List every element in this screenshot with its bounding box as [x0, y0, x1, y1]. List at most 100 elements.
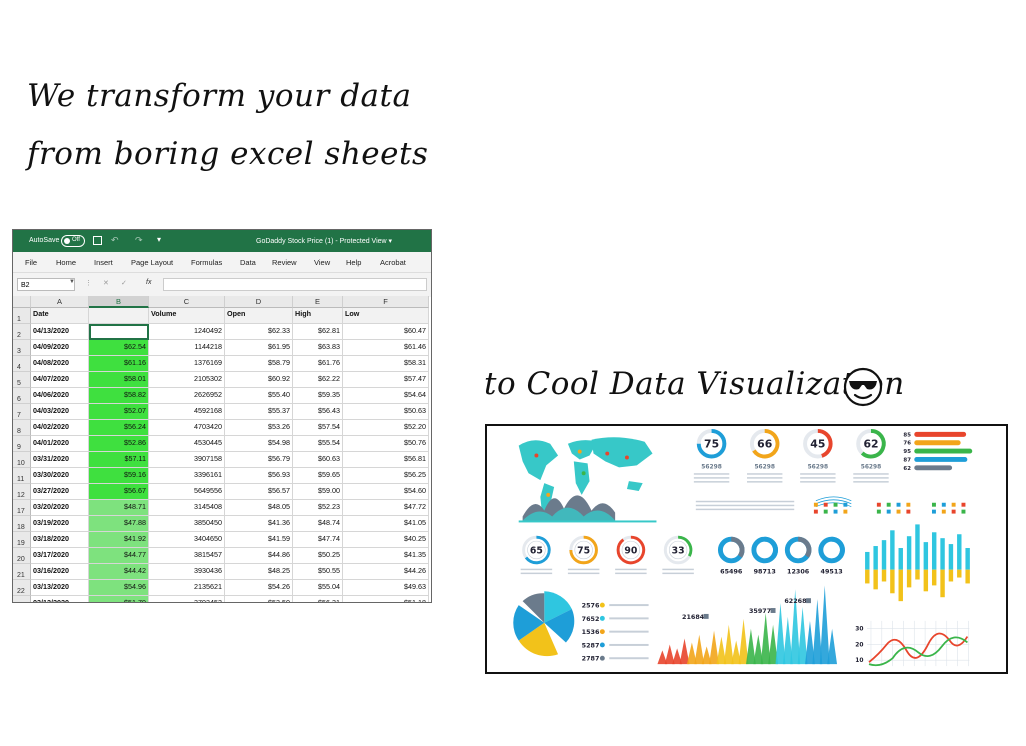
table-cell[interactable]: $58.82 — [89, 388, 149, 404]
table-cell[interactable]: 1144218 — [149, 340, 225, 356]
table-cell[interactable]: 03/31/2020 — [31, 452, 89, 468]
table-cell[interactable]: 2135621 — [149, 580, 225, 596]
table-cell[interactable]: $54.60 — [343, 484, 429, 500]
name-box[interactable]: B2 — [17, 278, 75, 291]
table-cell[interactable]: $44.42 — [89, 564, 149, 580]
table-cell[interactable]: $56.25 — [343, 468, 429, 484]
row-header[interactable]: 4 — [13, 356, 31, 372]
row-header[interactable]: 8 — [13, 420, 31, 436]
table-cell[interactable]: $62.54 — [89, 340, 149, 356]
row-header[interactable]: 6 — [13, 388, 31, 404]
table-cell[interactable]: $55.54 — [293, 436, 343, 452]
chevron-down-icon[interactable]: ▼ — [69, 279, 75, 285]
row-header[interactable]: 18 — [13, 516, 31, 532]
table-cell[interactable]: 04/08/2020 — [31, 356, 89, 372]
table-cell[interactable]: $48.71 — [89, 500, 149, 516]
menu-acrobat[interactable]: Acrobat — [380, 258, 406, 267]
table-cell[interactable]: $60.63 — [293, 452, 343, 468]
selected-cell[interactable] — [89, 324, 149, 340]
table-cell[interactable]: $60.47 — [343, 324, 429, 340]
table-cell[interactable]: $54.64 — [343, 388, 429, 404]
table-cell[interactable]: $41.92 — [89, 532, 149, 548]
table-cell[interactable]: 3850450 — [149, 516, 225, 532]
row-header[interactable]: 11 — [13, 468, 31, 484]
table-cell[interactable]: 04/09/2020 — [31, 340, 89, 356]
row-header[interactable]: 23 — [13, 596, 31, 602]
table-cell[interactable]: 5649556 — [149, 484, 225, 500]
table-cell[interactable]: 03/19/2020 — [31, 516, 89, 532]
table-cell[interactable]: $60.92 — [225, 372, 293, 388]
row-header[interactable]: 22 — [13, 580, 31, 596]
row-header[interactable]: 19 — [13, 532, 31, 548]
row-header[interactable]: 5 — [13, 372, 31, 388]
table-cell[interactable]: $50.76 — [343, 436, 429, 452]
table-cell[interactable]: $61.76 — [293, 356, 343, 372]
table-cell[interactable]: $62.33 — [225, 324, 293, 340]
table-cell[interactable]: $56.31 — [293, 596, 343, 602]
table-cell[interactable]: $47.72 — [343, 500, 429, 516]
menu-file[interactable]: File — [25, 258, 37, 267]
table-cell[interactable]: $52.23 — [293, 500, 343, 516]
table-cell[interactable]: 04/13/2020 — [31, 324, 89, 340]
column-header-c[interactable]: C — [149, 296, 225, 308]
table-cell[interactable]: 1240492 — [149, 324, 225, 340]
table-cell[interactable]: $59.65 — [293, 468, 343, 484]
table-cell[interactable]: $55.37 — [225, 404, 293, 420]
table-cell[interactable]: 03/20/2020 — [31, 500, 89, 516]
table-cell[interactable]: $55.40 — [225, 388, 293, 404]
undo-icon[interactable]: ↶ — [111, 235, 119, 246]
table-cell[interactable]: $51.79 — [89, 596, 149, 602]
row-header[interactable]: 1 — [13, 308, 31, 324]
table-cell[interactable]: 03/18/2020 — [31, 532, 89, 548]
menu-home[interactable]: Home — [56, 258, 76, 267]
table-cell[interactable]: $44.86 — [225, 548, 293, 564]
table-cell[interactable]: $63.83 — [293, 340, 343, 356]
header-cell-volume[interactable]: Volume — [149, 308, 225, 324]
table-cell[interactable]: $62.81 — [293, 324, 343, 340]
table-cell[interactable]: 04/07/2020 — [31, 372, 89, 388]
table-cell[interactable]: 3145408 — [149, 500, 225, 516]
table-cell[interactable]: $54.96 — [89, 580, 149, 596]
table-cell[interactable]: $52.20 — [343, 420, 429, 436]
table-cell[interactable]: 3404650 — [149, 532, 225, 548]
table-cell[interactable]: $56.81 — [343, 452, 429, 468]
table-cell[interactable]: $61.16 — [89, 356, 149, 372]
menu-help[interactable]: Help — [346, 258, 361, 267]
table-cell[interactable]: 2105302 — [149, 372, 225, 388]
table-cell[interactable]: 1376169 — [149, 356, 225, 372]
table-cell[interactable]: $56.43 — [293, 404, 343, 420]
table-cell[interactable]: $58.79 — [225, 356, 293, 372]
table-cell[interactable]: $55.04 — [293, 580, 343, 596]
table-cell[interactable]: $56.24 — [89, 420, 149, 436]
menu-data[interactable]: Data — [240, 258, 256, 267]
table-cell[interactable]: 2626952 — [149, 388, 225, 404]
table-cell[interactable]: $41.05 — [343, 516, 429, 532]
menu-page-layout[interactable]: Page Layout — [131, 258, 173, 267]
table-cell[interactable]: 4592168 — [149, 404, 225, 420]
table-cell[interactable]: $41.35 — [343, 548, 429, 564]
header-cell-date[interactable]: Date — [31, 308, 89, 324]
table-cell[interactable]: $54.98 — [225, 436, 293, 452]
table-cell[interactable]: 03/17/2020 — [31, 548, 89, 564]
table-cell[interactable]: $41.36 — [225, 516, 293, 532]
table-cell[interactable]: $44.77 — [89, 548, 149, 564]
table-cell[interactable]: $49.63 — [343, 580, 429, 596]
function-icon[interactable]: fx — [146, 279, 151, 286]
table-cell[interactable]: 03/13/2020 — [31, 580, 89, 596]
header-cell-low[interactable]: Low — [343, 308, 429, 324]
table-cell[interactable]: $52.86 — [89, 436, 149, 452]
table-cell[interactable]: $47.74 — [293, 532, 343, 548]
table-cell[interactable]: $52.07 — [89, 404, 149, 420]
table-cell[interactable]: $53.50 — [225, 596, 293, 602]
table-cell[interactable]: 04/02/2020 — [31, 420, 89, 436]
table-cell[interactable]: $56.93 — [225, 468, 293, 484]
table-cell[interactable]: 3907158 — [149, 452, 225, 468]
table-cell[interactable]: 3930436 — [149, 564, 225, 580]
row-header[interactable]: 20 — [13, 548, 31, 564]
table-cell[interactable]: 04/03/2020 — [31, 404, 89, 420]
select-all-corner[interactable] — [13, 296, 31, 308]
row-header[interactable]: 17 — [13, 500, 31, 516]
table-cell[interactable]: $44.26 — [343, 564, 429, 580]
table-cell[interactable]: $56.57 — [225, 484, 293, 500]
table-cell[interactable]: 3793453 — [149, 596, 225, 602]
